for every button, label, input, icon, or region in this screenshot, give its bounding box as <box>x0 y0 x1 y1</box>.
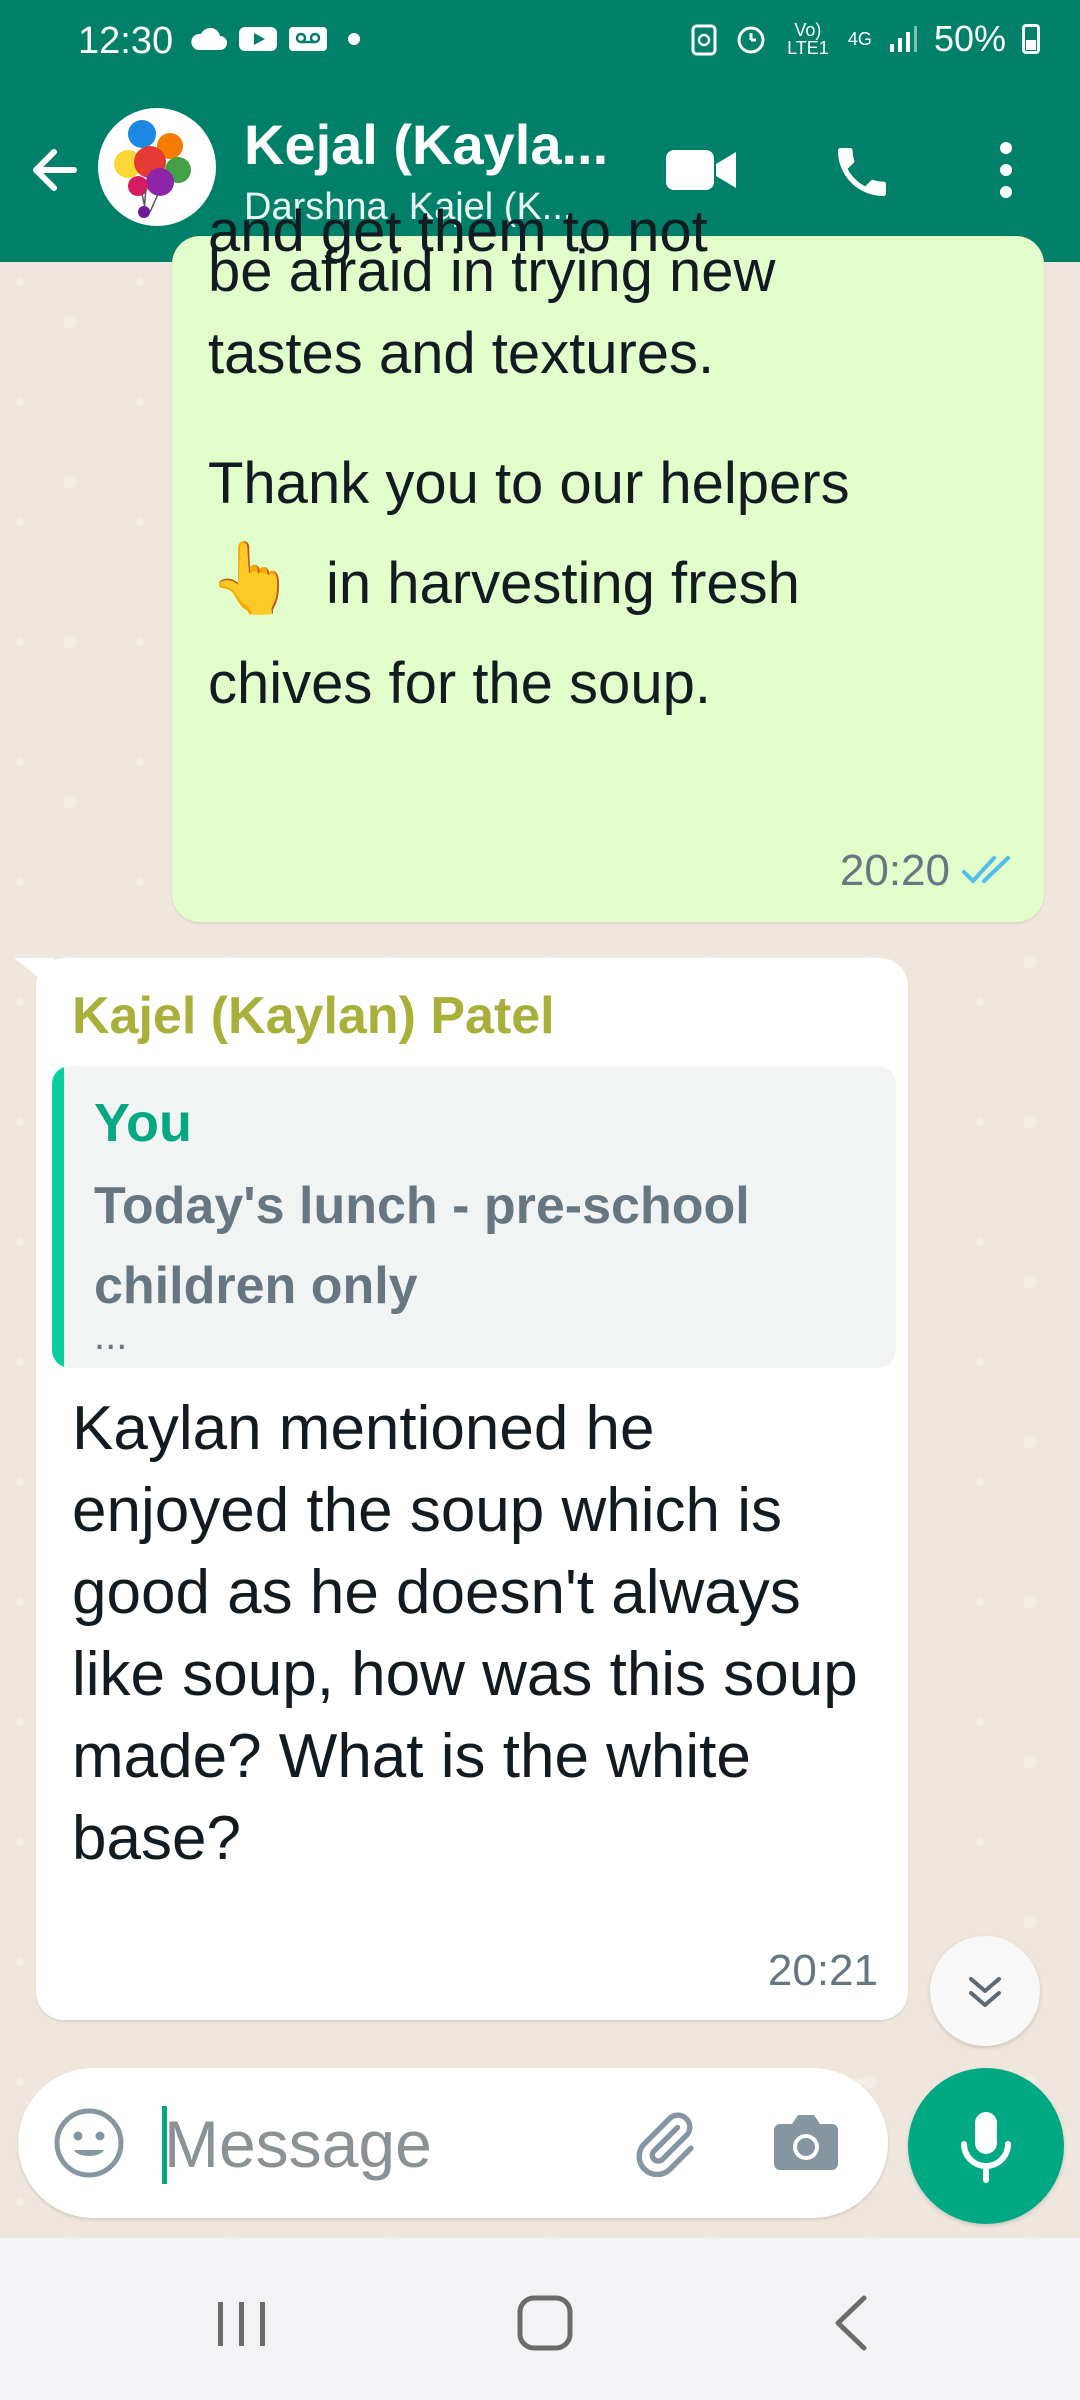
camera-icon <box>774 2115 838 2170</box>
cloud-icon <box>191 27 227 50</box>
emoji-button[interactable] <box>52 2106 126 2185</box>
status-time: 12:30 <box>78 20 174 62</box>
more-notifications-dot <box>348 33 360 45</box>
battery-saver-icon <box>691 24 717 56</box>
home-button[interactable] <box>514 2292 576 2359</box>
pointing-up-emoji: 👆 <box>208 539 296 617</box>
attach-button[interactable] <box>628 2108 700 2185</box>
incoming-message[interactable]: Kajel (Kaylan) Patel You Today's lunch -… <box>36 958 908 2020</box>
microphone-icon <box>961 2112 1011 2183</box>
chat-title[interactable]: Kejal (Kayla... <box>244 112 608 177</box>
home-icon <box>517 2295 573 2351</box>
camera-button[interactable] <box>770 2108 842 2181</box>
network-gen: 4G <box>847 29 872 49</box>
quoted-message[interactable]: You Today's lunch - pre-school children … <box>52 1066 896 1368</box>
status-bar: 12:30 Vo) LTE1 4G 50% <box>0 0 1080 86</box>
recent-apps-button[interactable] <box>212 2296 272 2357</box>
message-time: 20:21 <box>767 1946 878 1995</box>
signal-icon <box>889 26 917 52</box>
youtube-icon <box>239 27 277 51</box>
message-meta: 20:20 <box>840 846 1020 896</box>
group-avatar[interactable] <box>98 108 216 226</box>
paperclip-icon <box>636 2112 694 2178</box>
quote-ellipsis: ... <box>94 1314 128 1358</box>
phone-icon <box>838 148 886 196</box>
balloons-icon <box>114 120 191 218</box>
recent-apps-icon <box>218 2302 265 2346</box>
message-line: tastes and textures. <box>208 321 715 386</box>
alarm-icon <box>737 26 765 54</box>
more-options-button[interactable] <box>994 138 1018 207</box>
voicemail-icon <box>289 27 327 51</box>
quote-accent-bar <box>52 1066 64 1368</box>
voice-call-button[interactable] <box>830 140 894 209</box>
outgoing-message[interactable]: and get them to not be afraid in trying … <box>172 199 1044 922</box>
network-label: Vo) LTE1 <box>787 20 829 58</box>
system-status: Vo) LTE1 4G 50% <box>690 18 1040 60</box>
sender-name[interactable]: Kajel (Kaylan) Patel <box>72 986 555 1046</box>
arrow-left-icon <box>33 149 77 191</box>
quote-text: Today's lunch - pre-school children only <box>94 1177 750 1315</box>
double-check-icon <box>962 856 1010 884</box>
notification-icons <box>188 24 360 54</box>
battery-icon <box>1022 24 1040 54</box>
message-time: 20:20 <box>839 846 950 895</box>
message-text: Kaylan mentioned he enjoyed the soup whi… <box>72 1394 858 1873</box>
scroll-to-bottom-button[interactable] <box>930 1936 1040 2046</box>
more-vertical-icon <box>1000 142 1012 198</box>
voice-message-button[interactable] <box>908 2068 1064 2224</box>
battery-percent: 50% <box>933 18 1006 59</box>
emoji-icon <box>54 2108 124 2178</box>
system-navigation-bar <box>0 2238 1080 2400</box>
quote-author: You <box>94 1093 192 1153</box>
message-line: chives for the soup. <box>208 651 711 716</box>
chevrons-down-icon <box>969 1977 1001 2007</box>
message-input[interactable] <box>162 2088 606 2200</box>
message-line: Thank you to our helpers <box>208 451 850 516</box>
back-button[interactable] <box>24 140 84 200</box>
message-line: in harvesting fresh <box>326 551 800 616</box>
video-camera-icon <box>666 150 736 190</box>
chevron-left-icon <box>835 2295 867 2351</box>
message-composer <box>18 2068 888 2218</box>
system-back-button[interactable] <box>828 2292 876 2359</box>
message-line: be afraid in trying new <box>208 239 776 304</box>
